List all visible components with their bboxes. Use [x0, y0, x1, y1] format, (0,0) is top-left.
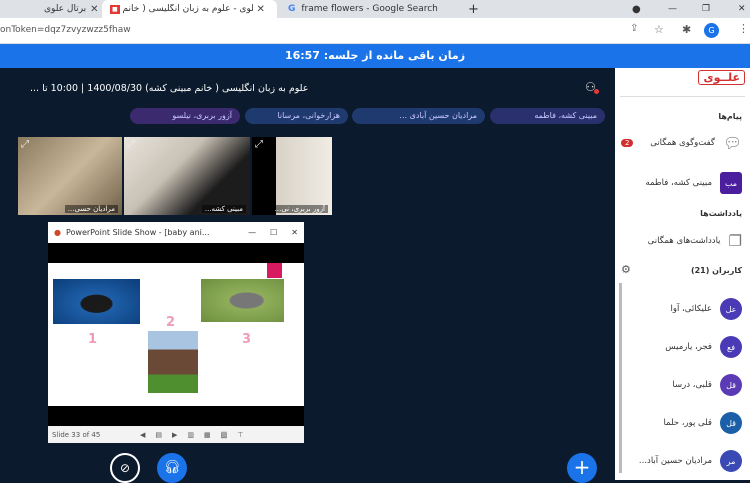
- item-label: مبینی کشه، فاطمه: [645, 178, 712, 188]
- share-icon[interactable]: ⇪: [630, 23, 638, 34]
- slide-sorter-icon[interactable]: ▤: [155, 431, 162, 439]
- public-chat-item[interactable]: 💬︎ گفت‌وگوی همگانی 2: [621, 128, 742, 158]
- user-name: علیکائی، آوا: [670, 304, 712, 314]
- public-notes-item[interactable]: ❐ یادداشت‌های همگانی: [621, 226, 742, 256]
- notes-heading: یادداشت‌ها: [700, 209, 742, 218]
- address-bar: onToken=dqz7zvyzwzz5fhaw ⇪ ☆ ✱ G ⋮: [0, 18, 750, 44]
- menu-icon[interactable]: ⋮: [738, 22, 749, 35]
- headphones-button[interactable]: 🎧︎: [157, 453, 187, 483]
- star-icon[interactable]: ☆: [654, 23, 664, 36]
- tab-title: frame flowers - Google Search: [301, 4, 438, 14]
- camera-off-button[interactable]: ⊘: [110, 453, 140, 483]
- user-item[interactable]: قل قلی پور، حلما: [621, 408, 742, 438]
- fullscreen-icon[interactable]: ⤢: [255, 139, 263, 150]
- orca-image: [53, 279, 140, 324]
- tab-title: علوی - علوم به زبان انگلیسی ( خانم ...: [122, 4, 253, 14]
- sidebar: علــوی پیام‌ها 💬︎ گفت‌وگوی همگانی 2 مب مبین…: [615, 68, 750, 480]
- avatar: مب: [720, 172, 742, 194]
- unread-badge: 2: [621, 139, 634, 147]
- video-tile[interactable]: ⤢ آزور بربری، نی...: [252, 137, 332, 215]
- profile-avatar[interactable]: G: [704, 23, 719, 38]
- slide-label: 3: [242, 332, 252, 347]
- avatar: فع: [720, 336, 742, 358]
- maximize-button[interactable]: ☐: [270, 228, 277, 237]
- notes-icon: ❐: [728, 232, 742, 250]
- location-icon: ●: [632, 3, 641, 15]
- user-item[interactable]: قل قلبی، درسا: [621, 370, 742, 400]
- close-window-button[interactable]: ✕: [732, 0, 750, 18]
- tab-google[interactable]: Gframe flowers - Google Search✕: [282, 0, 457, 18]
- slideshow-titlebar: ● PowerPoint Slide Show - [baby ani... — ☐ ✕: [48, 222, 304, 243]
- tab-session[interactable]: ■ علوی - علوم به زبان انگلیسی ( خانم ...…: [102, 0, 277, 18]
- tab-portal[interactable]: برتال علوی ✕: [38, 0, 100, 18]
- fullscreen-icon[interactable]: ⤢: [127, 139, 135, 150]
- slide-content: 1 2 3: [48, 263, 304, 406]
- user-name: مرادیان حسین آباد...: [638, 456, 712, 466]
- new-tab-button[interactable]: +: [462, 0, 485, 18]
- normal-view-icon[interactable]: ▥: [187, 431, 194, 439]
- session-title: علوم به زبان انگلیسی ( خانم مبینی کشه) 1…: [30, 83, 309, 94]
- slideshow-window: ● PowerPoint Slide Show - [baby ani... — ☐ ✕…: [48, 222, 304, 443]
- extensions-icon[interactable]: ✱: [682, 23, 691, 36]
- slide-label: 1: [88, 332, 98, 347]
- participant-chip[interactable]: مبینی کشه، فاطمه: [490, 108, 605, 124]
- tab-title: برتال علوی: [44, 4, 87, 14]
- logo: علــوی: [698, 70, 745, 85]
- add-button[interactable]: +: [567, 453, 597, 483]
- elephant-image: [201, 279, 284, 322]
- user-item[interactable]: عل علیکائی، آوا: [621, 294, 742, 324]
- user-item[interactable]: فع فجر، یارمیس: [621, 332, 742, 362]
- item-label: گفت‌وگوی همگانی: [650, 138, 715, 148]
- settings-gear-icon[interactable]: ⚙: [621, 263, 631, 276]
- video-name: مبینی کشه...: [201, 205, 246, 213]
- presenter-view-icon[interactable]: ⊤: [237, 431, 243, 439]
- minimize-button[interactable]: —: [248, 228, 256, 237]
- participant-chip[interactable]: هزارخوانی، مرسانا: [245, 108, 348, 124]
- slideshow-statusbar: Slide 33 of 45 ◀ ▤ ▶ ▥ ▦ ▧ ⊤: [48, 426, 304, 443]
- user-name: قلی پور، حلما: [663, 418, 712, 428]
- tab-bar: برتال علوی✕ ■ علوی - علوم به زبان انگلیس…: [0, 0, 750, 18]
- maximize-button[interactable]: ❐: [696, 0, 716, 18]
- video-tile[interactable]: ⤢ مرادیان حسی...: [18, 137, 122, 215]
- participant-chip[interactable]: مرادیان حسین آبادی ...: [352, 108, 485, 124]
- powerpoint-icon: ●: [54, 228, 61, 237]
- reading-view-icon[interactable]: ▧: [220, 430, 228, 439]
- slide-counter: Slide 33 of 45: [52, 430, 101, 439]
- google-icon: G: [288, 4, 296, 14]
- previous-slide-icon[interactable]: ◀: [140, 431, 145, 439]
- minimize-button[interactable]: —: [662, 0, 683, 18]
- favicon-icon: ■: [110, 4, 120, 14]
- user-name: قلبی، درسا: [672, 380, 712, 390]
- session-main: علوم به زبان انگلیسی ( خانم مبینی کشه) 1…: [0, 68, 615, 483]
- user-icon[interactable]: ⚇: [585, 80, 599, 94]
- close-button[interactable]: ✕: [291, 228, 298, 237]
- avatar: قل: [720, 412, 742, 434]
- sorter-view-icon[interactable]: ▦: [204, 431, 211, 439]
- next-slide-icon[interactable]: ▶: [172, 431, 177, 439]
- chat-icon: 💬︎: [722, 134, 742, 152]
- video-tile[interactable]: ⤢ مبینی کشه...: [124, 137, 250, 215]
- avatar: قل: [720, 374, 742, 396]
- accent-block: [267, 263, 282, 278]
- user-name: فجر، یارمیس: [665, 342, 712, 352]
- time-remaining-banner: زمان باقی مانده از جلسه: 16:57: [0, 44, 750, 68]
- avatar: مر: [720, 450, 742, 472]
- item-label: یادداشت‌های همگانی: [647, 236, 721, 246]
- messages-heading: پیام‌ها: [718, 112, 742, 121]
- slide-label: 2: [166, 315, 176, 330]
- calf-image: [148, 331, 198, 393]
- window-title: PowerPoint Slide Show - [baby ani...: [65, 228, 210, 237]
- close-icon[interactable]: ✕: [90, 4, 98, 15]
- close-icon[interactable]: ✕: [257, 4, 265, 15]
- avatar: عل: [720, 298, 742, 320]
- fullscreen-icon[interactable]: ⤢: [21, 139, 29, 150]
- users-heading: کاربران (21): [690, 266, 742, 275]
- private-chat-item[interactable]: مب مبینی کشه، فاطمه: [621, 168, 742, 198]
- video-name: مرادیان حسی...: [64, 205, 118, 213]
- video-name: آزور بربری، نی...: [271, 205, 328, 213]
- user-item[interactable]: مر مرادیان حسین آباد...: [621, 446, 742, 476]
- url-field[interactable]: onToken=dqz7zvyzwzz5fhaw: [0, 25, 131, 35]
- participant-chip[interactable]: آزور بربری، نیلسو: [130, 108, 240, 124]
